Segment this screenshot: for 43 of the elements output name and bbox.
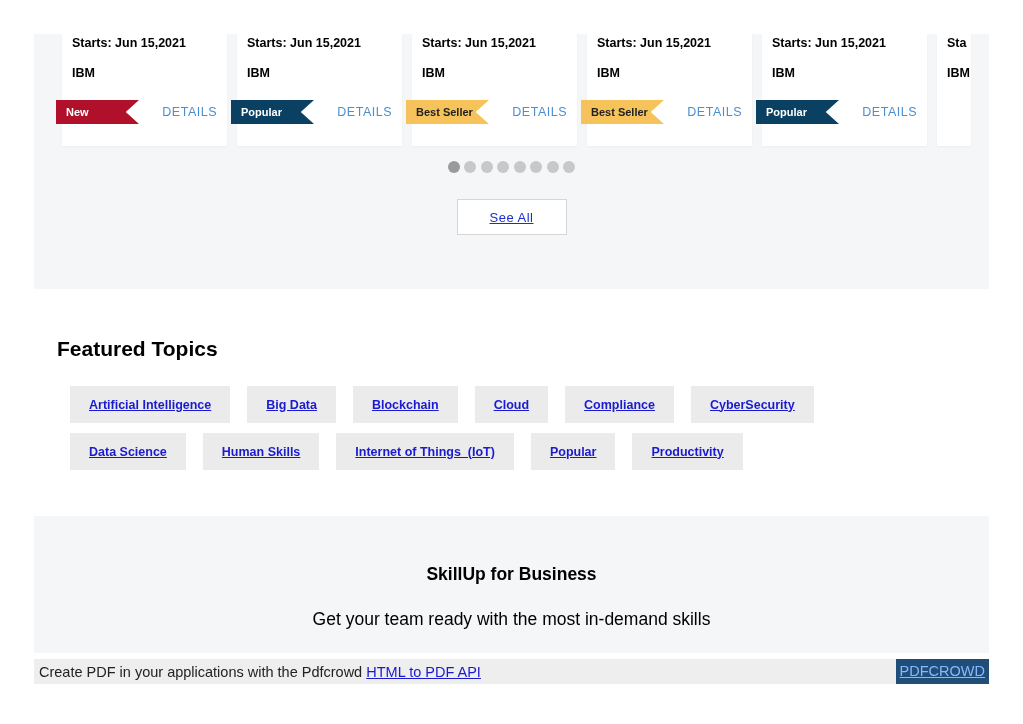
topic-link[interactable]: Internet of Things (IoT) (336, 433, 514, 470)
topic-link[interactable]: Data Science (70, 433, 186, 470)
brand-link[interactable]: PDFCROWD (895, 659, 989, 684)
course-provider: IBM (772, 66, 796, 80)
course-start-date: Starts: Jun 15,2021 (72, 36, 187, 50)
course-tag: Popular (756, 100, 839, 124)
topic-link[interactable]: Blockchain (352, 386, 458, 423)
course-tag: Best Seller (581, 100, 664, 124)
course-start-date: Starts: Jun 15,2021 (772, 36, 887, 50)
topic-link[interactable]: CyberSecurity (690, 386, 814, 423)
course-provider: IBM (247, 66, 271, 80)
banner-title: SkillUp for Business (426, 564, 597, 585)
topic-link[interactable]: Cloud (474, 386, 549, 423)
carousel-dot[interactable] (480, 161, 493, 173)
course-provider: IBM (72, 66, 96, 80)
carousel-dot[interactable] (530, 161, 543, 173)
course-tag: Best Seller (406, 100, 489, 124)
carousel-dot[interactable] (513, 161, 526, 173)
course-provider: IBM (597, 66, 621, 80)
course-start-date: Sta (947, 36, 968, 50)
topic-link[interactable]: Big Data (247, 386, 336, 423)
course-tag: Popular (231, 100, 314, 124)
course-provider: IBM (422, 66, 446, 80)
topic-link[interactable]: Compliance (565, 386, 674, 423)
carousel-dot[interactable] (563, 161, 576, 173)
topic-link[interactable]: Productivity (632, 433, 743, 470)
banner-subtitle: Get your team ready with the most in-demand skills (312, 609, 711, 630)
course-start-date: Starts: Jun 15,2021 (422, 36, 537, 50)
course-start-date: Starts: Jun 15,2021 (247, 36, 362, 50)
footer-text: Create PDF in your applications with the Pdfcrowd HTML to PDF API (38, 663, 481, 680)
carousel-dot[interactable] (464, 161, 477, 173)
carousel-dot[interactable] (497, 161, 510, 173)
carousel-dot[interactable] (546, 161, 559, 173)
course-provider: IBM (947, 66, 971, 80)
topic-link[interactable]: Human Skills (202, 433, 320, 470)
carousel-dot[interactable] (447, 161, 460, 173)
course-start-date: Starts: Jun 15,2021 (597, 36, 712, 50)
see-all-button[interactable]: See All (456, 199, 567, 235)
course-tag: New (56, 100, 139, 124)
topic-link[interactable]: Artificial Intelligence (70, 386, 231, 423)
section-heading: Featured Topics (57, 337, 219, 361)
footer-link[interactable]: HTML to PDF API (366, 663, 481, 680)
topic-link[interactable]: Popular (530, 433, 616, 470)
